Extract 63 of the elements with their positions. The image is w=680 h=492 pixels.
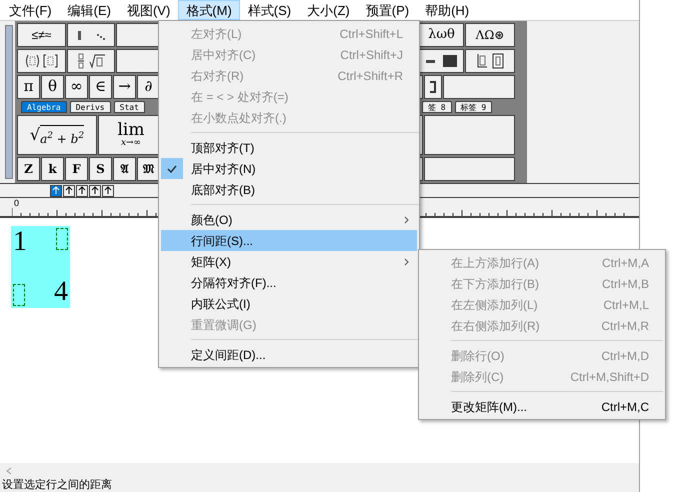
- font-style-button[interactable]: 𝔄: [113, 157, 136, 182]
- font-style-button[interactable]: k: [41, 157, 64, 182]
- alignment-button[interactable]: [50, 184, 62, 196]
- alignment-button[interactable]: [63, 184, 75, 196]
- fraction-root-icon: [76, 52, 106, 69]
- font-style-button[interactable]: S: [89, 157, 112, 182]
- palette-tab[interactable]: Stat: [114, 101, 145, 114]
- menu-item[interactable]: 格式(M): [178, 0, 240, 20]
- ruler-label: 0: [14, 198, 20, 208]
- menu-item[interactable]: 样式(S): [240, 0, 300, 20]
- palette-tab[interactable]: Derivs: [70, 101, 111, 114]
- symbol-button[interactable]: ∈: [89, 74, 112, 99]
- brackets-icon: [24, 54, 60, 68]
- symbol-button[interactable]: →: [113, 74, 136, 99]
- menu-item[interactable]: 大小(Z): [299, 0, 358, 20]
- palette-button[interactable]: [424, 157, 515, 182]
- matrix-button[interactable]: [419, 48, 464, 73]
- matrix-entry: 1: [13, 228, 27, 256]
- matrix-entry: 4: [54, 278, 68, 306]
- menu-item[interactable]: 居中对齐(N): [161, 158, 417, 179]
- menu-item[interactable]: 内联公式(I): [161, 293, 417, 314]
- menu-item[interactable]: 文件(F): [1, 0, 60, 20]
- greek-lowercase-button[interactable]: λωθ: [419, 23, 464, 47]
- menu-item[interactable]: 分隔符对齐(F)...: [161, 272, 417, 293]
- menu-item[interactable]: 颜色(O): [161, 209, 417, 230]
- menu-item[interactable]: 视图(V): [118, 0, 178, 20]
- placeholder-box[interactable]: [56, 228, 68, 250]
- fence-button[interactable]: [17, 48, 66, 73]
- symbol-button[interactable]: ∞: [65, 74, 88, 99]
- boxes-icon: [475, 52, 505, 69]
- symbol-button[interactable]: π: [17, 74, 40, 99]
- grid-icon: [424, 54, 458, 68]
- alignment-button[interactable]: [89, 184, 101, 196]
- palette-button[interactable]: [443, 74, 515, 99]
- embellishment-button[interactable]: [67, 23, 115, 47]
- menu-item[interactable]: 矩阵(X): [161, 251, 417, 272]
- status-text: 设置选定行之间的距离: [2, 479, 112, 492]
- placeholder-box[interactable]: [13, 284, 25, 306]
- box-button[interactable]: [465, 48, 515, 73]
- symbol-button[interactable]: ∂: [137, 74, 160, 99]
- font-style-button[interactable]: 𝔐: [137, 157, 160, 182]
- symbol-button[interactable]: θ: [41, 74, 64, 99]
- relation-button[interactable]: ≤≠≈: [17, 23, 66, 47]
- palette-button[interactable]: [424, 115, 515, 156]
- menu-item[interactable]: 底部对齐(B): [161, 179, 417, 200]
- font-style-button[interactable]: F: [65, 157, 88, 182]
- menu-item[interactable]: 顶部对齐(T): [161, 137, 417, 158]
- font-style-button[interactable]: Z: [17, 157, 40, 182]
- menu-item[interactable]: 行间距(S)...: [161, 230, 417, 251]
- menu-item[interactable]: 更改矩阵(M)... Ctrl+M,C: [421, 396, 663, 417]
- palette-tab[interactable]: Algebra: [21, 101, 67, 114]
- bracket-icon: [429, 80, 437, 93]
- greek-uppercase-button[interactable]: ΛΩ⊛: [465, 23, 515, 47]
- alignment-button[interactable]: [76, 184, 88, 196]
- menu-item[interactable]: 帮助(H): [417, 0, 478, 20]
- palette-tab[interactable]: 标签 9: [454, 101, 492, 114]
- menu-item[interactable]: 编辑(E): [60, 0, 119, 20]
- alignment-button[interactable]: [102, 184, 114, 196]
- fraction-button[interactable]: [67, 48, 115, 73]
- arrow-template-button[interactable]: [424, 74, 442, 99]
- palette-tab[interactable]: 签 8: [422, 101, 452, 114]
- menu-item[interactable]: 定义间距(D)...: [161, 344, 417, 365]
- menu-item[interactable]: 预置(P): [358, 0, 418, 20]
